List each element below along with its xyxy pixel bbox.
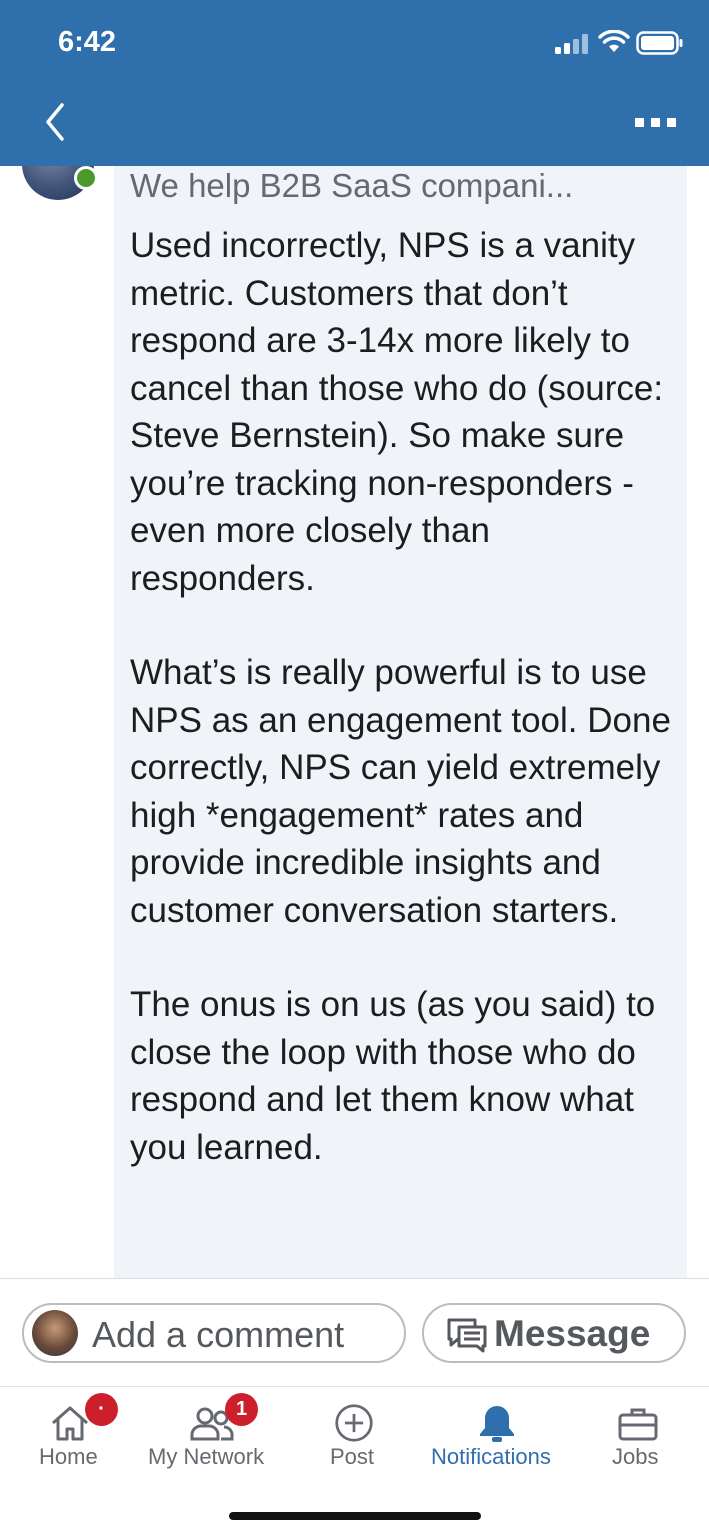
status-time: 6:42 (58, 26, 117, 58)
tab-jobs-label: Jobs (612, 1444, 659, 1469)
tab-home[interactable]: · Home (20, 1387, 120, 1487)
my-network-badge: 1 (225, 1393, 258, 1426)
comment-body: Used incorrectly, NPS is a vanity metric… (130, 222, 675, 1218)
tab-jobs[interactable]: Jobs (590, 1387, 690, 1487)
chevron-left-icon (46, 103, 64, 141)
cellular-signal-icon (555, 34, 588, 54)
tab-notifications-label: Notifications (431, 1444, 551, 1469)
comment-paragraph: What’s is really powerful is to use NPS … (130, 653, 671, 930)
tab-my-network-label: My Network (148, 1444, 265, 1469)
comment-paragraph: Used incorrectly, NPS is a vanity metric… (130, 226, 664, 598)
home-indicator (229, 1512, 481, 1520)
add-comment-placeholder: Add a comment (92, 1314, 345, 1355)
more-horizontal-icon (635, 118, 676, 127)
battery-icon (636, 31, 683, 55)
comment-paragraph: The onus is on us (as you said) to close… (130, 985, 656, 1167)
online-status-indicator (74, 166, 98, 190)
plus-circle-icon (335, 1404, 373, 1442)
message-icon (447, 1318, 487, 1353)
tab-my-network[interactable]: 1 My Network (140, 1387, 285, 1487)
add-comment-input[interactable]: Add a comment (22, 1303, 406, 1363)
current-user-avatar (32, 1310, 78, 1356)
more-options-button[interactable] (626, 108, 686, 138)
briefcase-icon (618, 1408, 658, 1441)
tab-notifications[interactable]: Notifications (425, 1387, 570, 1487)
comment-composer: Add a comment Message (0, 1278, 709, 1387)
tab-post[interactable]: Post (305, 1387, 405, 1487)
wifi-icon (598, 30, 630, 52)
back-button[interactable] (30, 92, 80, 152)
tab-post-label: Post (330, 1444, 375, 1469)
message-button[interactable]: Message (422, 1303, 686, 1363)
bell-icon (480, 1406, 514, 1442)
home-badge: · (85, 1393, 118, 1426)
message-button-label: Message (494, 1313, 651, 1354)
top-bar: 6:42 (0, 0, 709, 166)
tab-home-label: Home (39, 1444, 98, 1469)
commenter-headline[interactable]: We help B2B SaaS compani... (130, 166, 573, 206)
comment-thread: We help B2B SaaS compani... Used incorre… (0, 166, 709, 1278)
